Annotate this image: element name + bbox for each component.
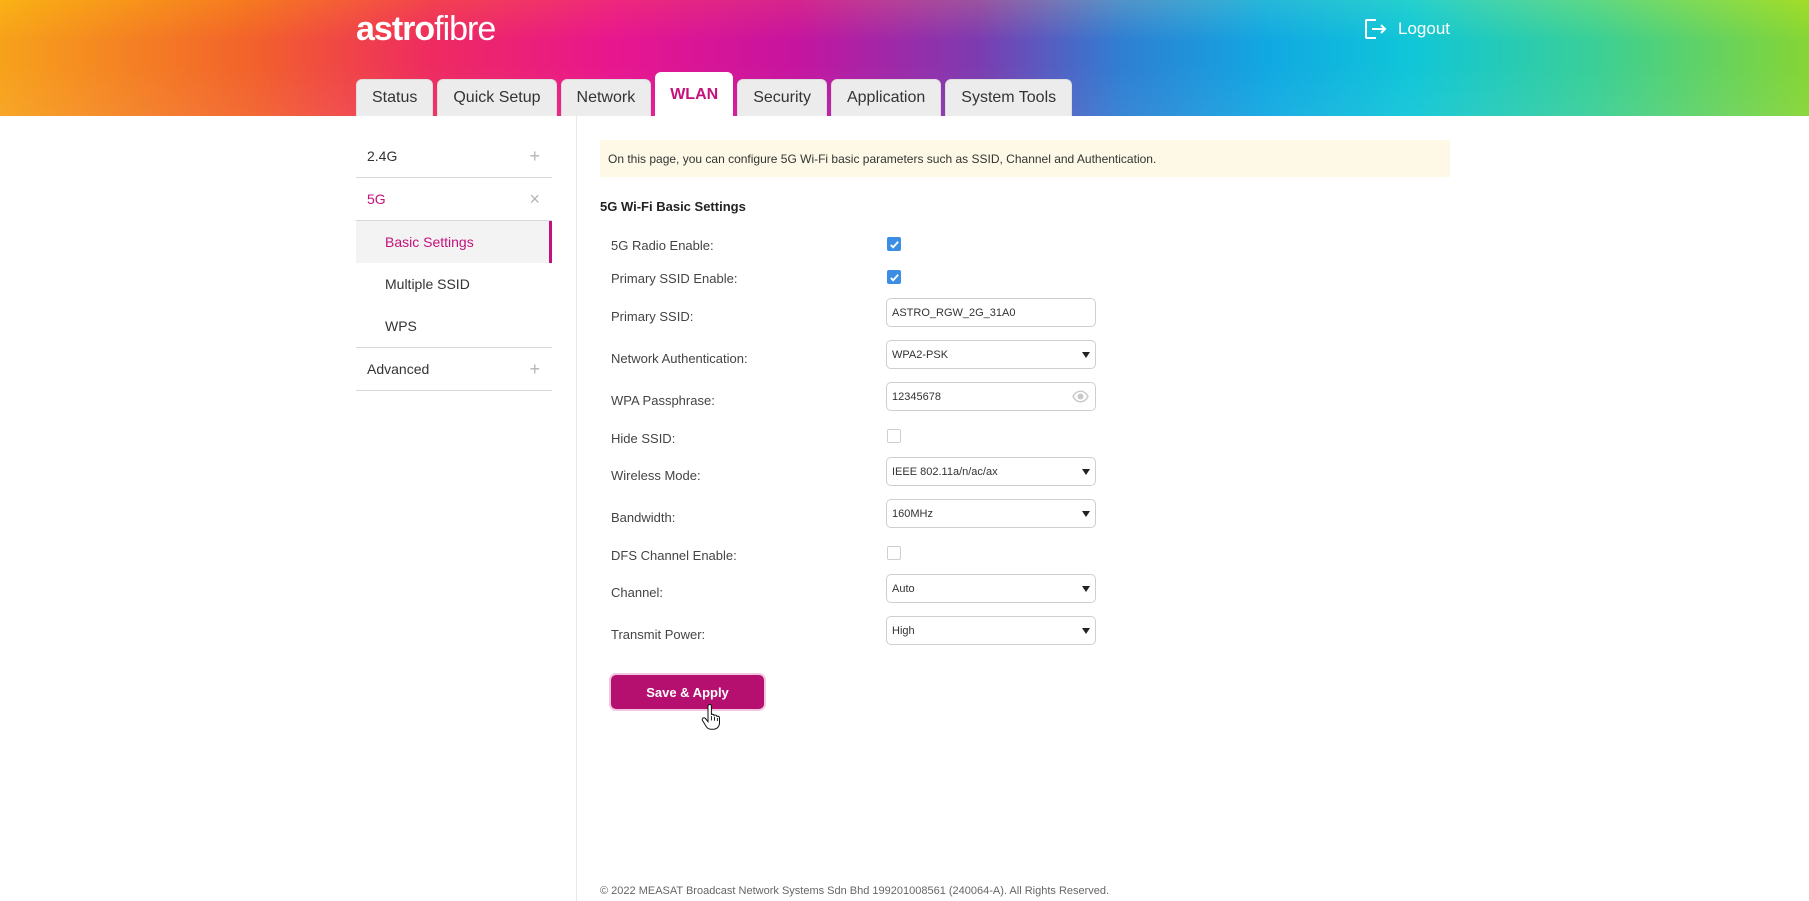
- row-channel: Channel: Auto: [611, 574, 1111, 614]
- wpa-passphrase-label: WPA Passphrase:: [611, 393, 715, 408]
- astro-fibre-logo[interactable]: astrofibre: [356, 10, 496, 49]
- bandwidth-value: 160MHz: [892, 507, 933, 520]
- content-divider: [576, 116, 577, 901]
- primary-ssid-value: ASTRO_RGW_2G_31A0: [892, 306, 1016, 319]
- network-auth-select[interactable]: WPA2-PSK: [886, 340, 1096, 369]
- channel-value: Auto: [892, 582, 915, 595]
- row-wireless-mode: Wireless Mode: IEEE 802.11a/n/ac/ax: [611, 457, 1111, 497]
- sidebar-item-wps[interactable]: WPS: [356, 305, 552, 347]
- row-radio-enable: 5G Radio Enable:: [611, 237, 1111, 267]
- header-banner: astrofibre Logout Status Quick Setup Net…: [0, 0, 1809, 116]
- channel-select[interactable]: Auto: [886, 574, 1096, 603]
- sidebar-item-basic-settings[interactable]: Basic Settings: [356, 221, 552, 263]
- tab-status[interactable]: Status: [356, 79, 434, 116]
- expand-plus-icon: +: [529, 145, 540, 166]
- sidebar-item-label: 2.4G: [367, 148, 398, 164]
- sidebar-item-5g[interactable]: 5G ×: [356, 178, 552, 221]
- chevron-down-icon: [1082, 352, 1090, 358]
- transmit-power-label: Transmit Power:: [611, 627, 706, 642]
- network-auth-label: Network Authentication:: [611, 351, 748, 366]
- row-primary-ssid-enable: Primary SSID Enable:: [611, 270, 1111, 300]
- chevron-down-icon: [1082, 628, 1090, 634]
- sidebar-item-multiple-ssid[interactable]: Multiple SSID: [356, 263, 552, 305]
- main-nav-tabs: Status Quick Setup Network WLAN Security…: [356, 70, 1073, 116]
- section-title: 5G Wi-Fi Basic Settings: [600, 199, 746, 214]
- footer-copyright: © 2022 MEASAT Broadcast Network Systems …: [600, 885, 1110, 897]
- tab-network[interactable]: Network: [560, 79, 652, 116]
- transmit-power-value: High: [892, 624, 915, 637]
- chevron-down-icon: [1082, 586, 1090, 592]
- dfs-channel-checkbox[interactable]: [887, 546, 901, 560]
- primary-ssid-label: Primary SSID:: [611, 309, 694, 324]
- sidebar: 2.4G + 5G × Basic Settings Multiple SSID…: [356, 135, 552, 391]
- sidebar-item-advanced[interactable]: Advanced +: [356, 348, 552, 391]
- wireless-mode-select[interactable]: IEEE 802.11a/n/ac/ax: [886, 457, 1096, 486]
- hand-cursor-icon: [701, 704, 720, 730]
- sidebar-item-label: Advanced: [367, 361, 430, 377]
- wireless-mode-value: IEEE 802.11a/n/ac/ax: [892, 465, 998, 478]
- chevron-down-icon: [1082, 469, 1090, 475]
- logout-label: Logout: [1398, 19, 1450, 38]
- checkmark-icon: [890, 274, 899, 282]
- row-wpa-passphrase: WPA Passphrase: 12345678: [611, 382, 1111, 422]
- row-transmit-power: Transmit Power: High: [611, 616, 1111, 656]
- primary-ssid-enable-checkbox[interactable]: [887, 270, 901, 284]
- bandwidth-select[interactable]: 160MHz: [886, 499, 1096, 528]
- row-hide-ssid: Hide SSID:: [611, 429, 1111, 460]
- info-note: On this page, you can configure 5G Wi-Fi…: [600, 140, 1450, 177]
- expand-plus-icon: +: [529, 358, 540, 379]
- tab-security[interactable]: Security: [737, 79, 827, 116]
- radio-enable-label: 5G Radio Enable:: [611, 238, 714, 253]
- wpa-passphrase-value: 12345678: [892, 390, 941, 403]
- tab-system-tools[interactable]: System Tools: [945, 79, 1073, 116]
- row-network-auth: Network Authentication: WPA2-PSK: [611, 340, 1111, 380]
- logout-button[interactable]: Logout: [1362, 16, 1450, 42]
- tab-quick-setup[interactable]: Quick Setup: [437, 79, 557, 116]
- channel-label: Channel:: [611, 585, 664, 600]
- sidebar-item-2-4g[interactable]: 2.4G +: [356, 135, 552, 178]
- bandwidth-label: Bandwidth:: [611, 510, 676, 525]
- primary-ssid-input[interactable]: ASTRO_RGW_2G_31A0: [886, 298, 1096, 327]
- row-dfs-channel: DFS Channel Enable:: [611, 546, 1111, 577]
- row-primary-ssid: Primary SSID: ASTRO_RGW_2G_31A0: [611, 298, 1111, 338]
- chevron-down-icon: [1082, 511, 1090, 517]
- logo-text-fibre: fibre: [434, 10, 496, 48]
- wireless-mode-label: Wireless Mode:: [611, 468, 701, 483]
- row-bandwidth: Bandwidth: 160MHz: [611, 499, 1111, 539]
- tab-application[interactable]: Application: [830, 79, 942, 116]
- hide-ssid-checkbox[interactable]: [887, 429, 901, 443]
- logout-icon: [1365, 19, 1387, 39]
- logo-text-astro: astro: [356, 10, 435, 48]
- dfs-channel-label: DFS Channel Enable:: [611, 548, 737, 563]
- eye-icon[interactable]: [1072, 390, 1089, 403]
- radio-enable-checkbox[interactable]: [887, 237, 901, 251]
- sidebar-5g-submenu: Basic Settings Multiple SSID WPS: [356, 221, 552, 348]
- primary-ssid-enable-label: Primary SSID Enable:: [611, 271, 738, 286]
- checkmark-icon: [890, 241, 899, 249]
- hide-ssid-label: Hide SSID:: [611, 431, 676, 446]
- tab-wlan[interactable]: WLAN: [655, 72, 734, 116]
- sidebar-item-label: 5G: [367, 191, 386, 207]
- wpa-passphrase-input[interactable]: 12345678: [886, 382, 1096, 411]
- collapse-x-icon: ×: [529, 188, 540, 209]
- network-auth-value: WPA2-PSK: [892, 348, 949, 361]
- save-apply-button[interactable]: Save & Apply: [611, 675, 764, 709]
- transmit-power-select[interactable]: High: [886, 616, 1096, 645]
